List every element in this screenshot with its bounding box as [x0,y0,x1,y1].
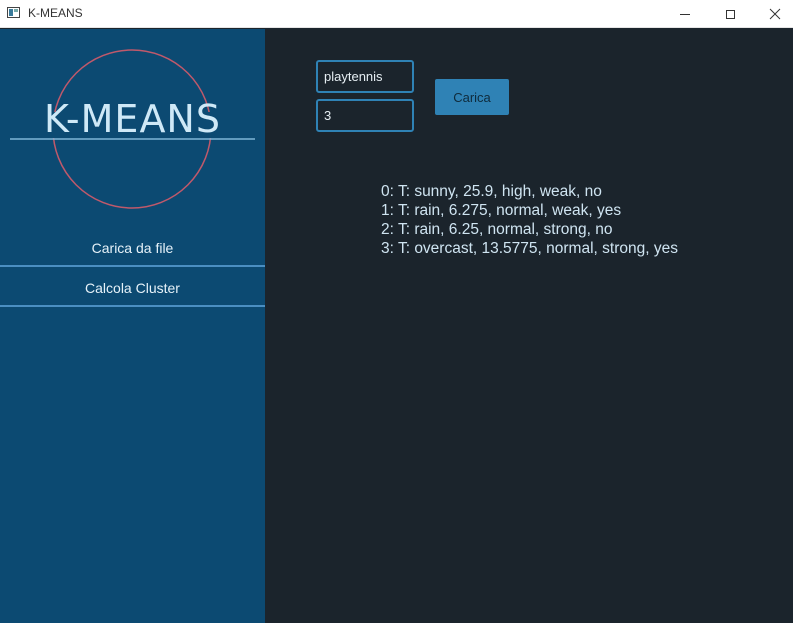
minimize-button[interactable] [662,0,708,28]
maximize-icon [725,9,735,19]
window-title: K-MEANS [28,6,83,20]
close-icon [769,8,781,20]
app-icon [7,7,20,18]
k-input[interactable] [316,99,414,132]
title-bar: K-MEANS [0,0,793,28]
minimize-icon [680,13,690,15]
sidebar: K-MEANS Carica da file Calcola Cluster [0,29,265,623]
sidebar-item-compute-cluster[interactable]: Calcola Cluster [0,269,265,307]
logo-text: K-MEANS [44,97,221,141]
main-panel: Carica 0: T: sunny, 25.9, high, weak, no… [265,29,793,623]
cluster-result-line: 1: T: rain, 6.275, normal, weak, yes [381,202,622,219]
cluster-result-line: 2: T: rain, 6.25, normal, strong, no [381,221,613,238]
logo: K-MEANS [0,29,265,219]
dataset-name-input[interactable] [316,60,414,93]
app-window: K-MEANS K-MEANS Carica da file Calcola C… [0,0,793,623]
load-button[interactable]: Carica [435,79,509,115]
maximize-button[interactable] [707,0,753,28]
close-button[interactable] [752,0,793,28]
cluster-result-line: 0: T: sunny, 25.9, high, weak, no [381,183,602,200]
cluster-results: 0: T: sunny, 25.9, high, weak, no 1: T: … [381,182,678,258]
cluster-result-line: 3: T: overcast, 13.5775, normal, strong,… [381,240,678,257]
sidebar-item-load-file[interactable]: Carica da file [0,229,265,267]
